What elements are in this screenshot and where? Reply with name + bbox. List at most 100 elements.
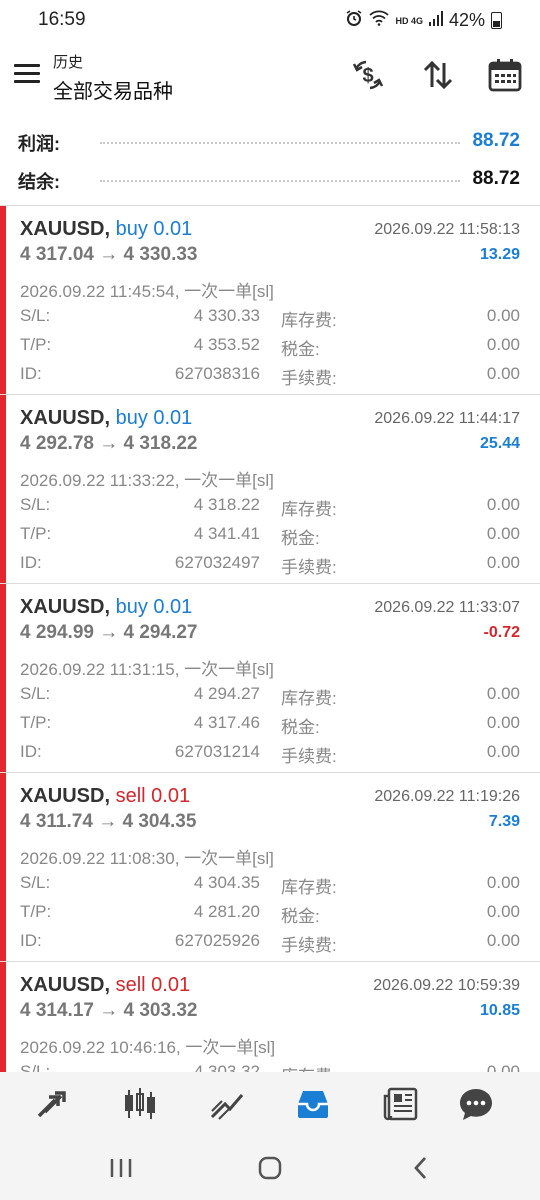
calendar-icon[interactable] [487, 57, 523, 93]
trade-card[interactable]: XAUUSD, sell 0.01 4 311.74 → 4 304.35 20… [0, 773, 540, 962]
trade-prices: 4 314.17 → 4 303.32 [20, 1000, 198, 1021]
trade-row-tp: T/P: 4 281.20 税金: 0.00 [0, 902, 540, 930]
trade-profit: 25.44 [479, 435, 520, 452]
history-inbox-icon[interactable] [293, 1086, 333, 1122]
tax-label: 税金: [281, 340, 320, 359]
dotted-leader [100, 180, 460, 182]
status-bar: 16:59 HD 4G 42% [0, 0, 540, 40]
swap-value: 0.00 [486, 684, 520, 703]
sl-value: 4 318.22 [193, 495, 260, 514]
trade-card[interactable]: XAUUSD, sell 0.01 4 314.17 → 4 303.32 20… [0, 962, 540, 1072]
app-header: 历史 全部交易品种 $ [0, 42, 540, 112]
bottom-nav [0, 1072, 540, 1136]
back-icon[interactable] [406, 1154, 436, 1182]
fee-value: 0.00 [486, 742, 520, 761]
sl-label: S/L: [20, 495, 51, 514]
header-subtitle: 历史 [53, 54, 84, 71]
trade-card[interactable]: XAUUSD, buy 0.01 4 292.78 → 4 318.22 202… [0, 395, 540, 584]
trade-arrows-icon[interactable] [33, 1086, 73, 1122]
trade-symbol-line: XAUUSD, sell 0.01 [20, 974, 190, 997]
trade-row-sl: S/L: 4 330.33 库存费: 0.00 [0, 306, 540, 334]
tax-label: 税金: [281, 718, 320, 737]
menu-icon[interactable] [14, 64, 40, 86]
trade-symbol-line: XAUUSD, buy 0.01 [20, 407, 192, 430]
trade-side: sell 0.01 [115, 974, 191, 996]
trade-close-time: 2026.09.22 11:58:13 [374, 221, 520, 238]
trade-row-id: ID: 627031214 手续费: 0.00 [0, 742, 540, 770]
trade-open-info: 2026.09.22 11:31:15, 一次一单[sl] [20, 660, 274, 679]
profit-row: 利润: 88.72 [0, 122, 540, 160]
trade-open-info: 2026.09.22 11:33:22, 一次一单[sl] [20, 471, 274, 490]
trade-symbol-line: XAUUSD, sell 0.01 [20, 785, 190, 808]
svg-text:$: $ [362, 65, 373, 87]
battery-percent: 42% [448, 10, 485, 30]
trade-row-sl: S/L: 4 318.22 库存费: 0.00 [0, 495, 540, 523]
chart-line-icon[interactable] [207, 1086, 247, 1122]
profit-label: 利润: [18, 134, 60, 154]
sl-label: S/L: [20, 1062, 51, 1072]
fee-label: 手续费: [281, 369, 337, 388]
tax-value: 0.00 [486, 335, 520, 354]
trade-symbol-line: XAUUSD, buy 0.01 [20, 596, 192, 619]
trade-row-id: ID: 627025926 手续费: 0.00 [0, 931, 540, 959]
balance-value: 88.72 [472, 168, 520, 189]
signal-icon [428, 10, 443, 31]
header-title[interactable]: 全部交易品种 [53, 75, 173, 104]
news-icon[interactable] [380, 1086, 420, 1122]
swap-value: 0.00 [486, 306, 520, 325]
trade-close-time: 2026.09.22 11:19:26 [374, 788, 520, 805]
id-label: ID: [20, 742, 42, 761]
tp-value: 4 281.20 [193, 902, 260, 921]
trade-card[interactable]: XAUUSD, buy 0.01 4 294.99 → 4 294.27 202… [0, 584, 540, 773]
trade-card[interactable]: XAUUSD, buy 0.01 4 317.04 → 4 330.33 202… [0, 206, 540, 395]
tax-label: 税金: [281, 907, 320, 926]
currency-exchange-icon[interactable]: $ [350, 57, 386, 93]
sl-label: S/L: [20, 873, 51, 892]
candlestick-icon[interactable] [120, 1086, 160, 1122]
id-label: ID: [20, 364, 42, 383]
trade-profit: 10.85 [479, 1002, 520, 1019]
swap-label: 库存费: [281, 878, 337, 897]
trade-open-info: 2026.09.22 10:46:16, 一次一单[sl] [20, 1038, 276, 1057]
id-label: ID: [20, 931, 42, 950]
tp-value: 4 341.41 [193, 524, 260, 543]
sort-icon[interactable] [420, 57, 456, 93]
sl-value: 4 303.32 [193, 1062, 260, 1072]
trade-prices: 4 292.78 → 4 318.22 [20, 433, 198, 454]
wifi-icon [369, 10, 390, 31]
id-value: 627031214 [174, 742, 260, 761]
trade-profit: -0.72 [483, 624, 520, 641]
sl-value: 4 294.27 [193, 684, 260, 703]
sl-label: S/L: [20, 306, 51, 325]
swap-label: 库存费: [281, 311, 337, 330]
trade-side: buy 0.01 [115, 596, 193, 618]
trade-symbol: XAUUSD, [20, 785, 111, 807]
chat-icon[interactable] [456, 1086, 496, 1122]
home-icon[interactable] [255, 1154, 285, 1182]
trade-row-tp: T/P: 4 341.41 税金: 0.00 [0, 524, 540, 552]
status-icons: HD 4G 42% [345, 9, 502, 32]
trade-row-tp: T/P: 4 317.46 税金: 0.00 [0, 713, 540, 741]
recent-apps-icon[interactable] [106, 1154, 136, 1182]
trade-symbol-line: XAUUSD, buy 0.01 [20, 218, 192, 241]
balance-row: 结余: 88.72 [0, 160, 540, 198]
status-time: 16:59 [38, 9, 86, 30]
fee-value: 0.00 [486, 931, 520, 950]
trade-list[interactable]: XAUUSD, buy 0.01 4 317.04 → 4 330.33 202… [0, 206, 540, 1072]
system-nav-bar [0, 1136, 540, 1200]
trade-row-tp: T/P: 4 353.52 税金: 0.00 [0, 335, 540, 363]
network-type: HD 4G [395, 15, 423, 26]
tax-label: 税金: [281, 529, 320, 548]
trade-side: sell 0.01 [115, 785, 191, 807]
id-value: 627032497 [174, 553, 260, 572]
swap-value: 0.00 [486, 1062, 520, 1072]
trade-close-time: 2026.09.22 10:59:39 [373, 977, 520, 994]
trade-symbol: XAUUSD, [20, 596, 111, 618]
tp-label: T/P: [20, 713, 52, 732]
balance-label: 结余: [18, 172, 60, 192]
swap-value: 0.00 [486, 873, 520, 892]
swap-value: 0.00 [486, 495, 520, 514]
alarm-icon [345, 9, 363, 32]
trade-open-info: 2026.09.22 11:08:30, 一次一单[sl] [20, 849, 274, 868]
trade-profit: 13.29 [479, 246, 520, 263]
